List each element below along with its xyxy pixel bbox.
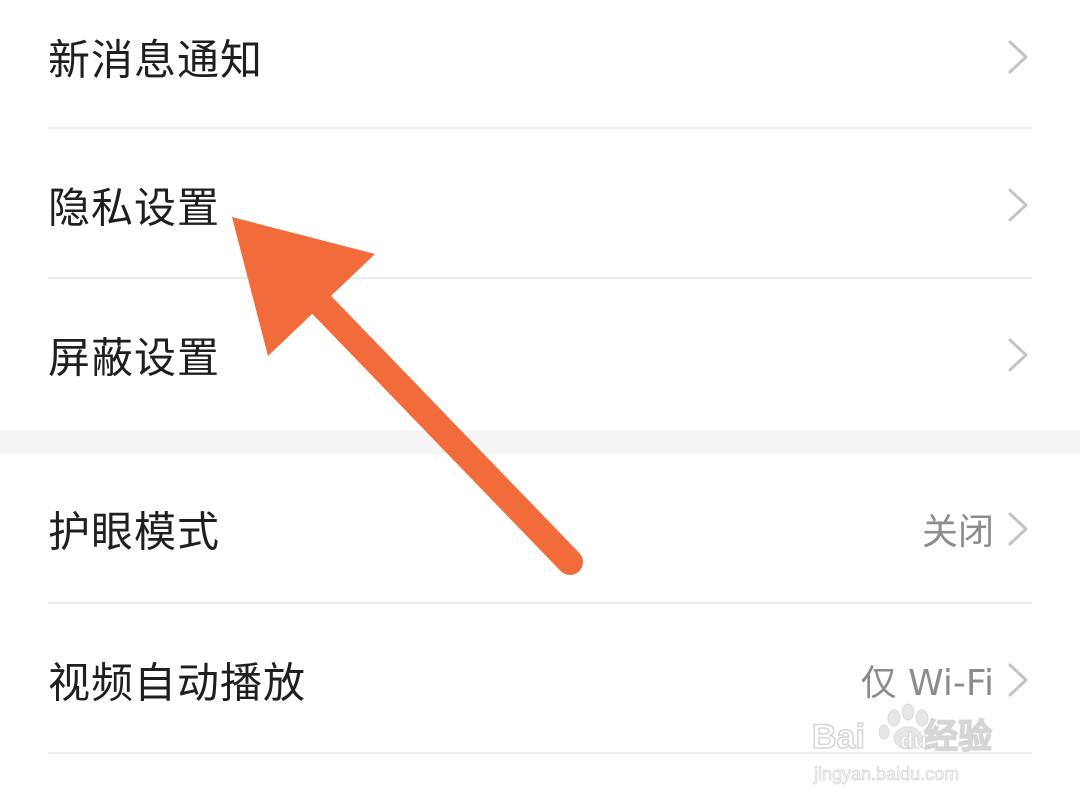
row-divider xyxy=(48,602,1032,604)
chevron-right-icon xyxy=(1008,188,1028,222)
row-label: 新消息通知 xyxy=(48,35,264,85)
section-separator xyxy=(0,430,1080,454)
chevron-right-icon xyxy=(1008,338,1028,372)
row-value: 关闭 xyxy=(921,512,994,553)
row-value: 仅 Wi-Fi xyxy=(860,663,994,704)
row-label: 视频自动播放 xyxy=(48,658,307,708)
row-divider xyxy=(48,277,1032,279)
row-label: 护眼模式 xyxy=(48,507,221,557)
row-label: 隐私设置 xyxy=(48,183,221,233)
settings-screen: 新消息通知 隐私设置 屏蔽设置 护眼模式 关闭 视频自动播放 仅 Wi-Fi B… xyxy=(0,0,1080,810)
settings-row-new-message-notification[interactable]: 新消息通知 xyxy=(0,0,1080,132)
settings-row-block[interactable]: 屏蔽设置 xyxy=(0,280,1080,430)
settings-row-privacy[interactable]: 隐私设置 xyxy=(0,130,1080,280)
row-label: 屏蔽设置 xyxy=(48,333,221,383)
settings-row-video-autoplay[interactable]: 视频自动播放 仅 Wi-Fi xyxy=(0,605,1080,755)
chevron-right-icon xyxy=(1008,512,1028,546)
chevron-right-icon xyxy=(1008,40,1028,74)
settings-row-eye-protection[interactable]: 护眼模式 关闭 xyxy=(0,454,1080,604)
row-divider xyxy=(48,752,1032,754)
svg-text:jingyan.baidu.com: jingyan.baidu.com xyxy=(813,764,959,784)
chevron-right-icon xyxy=(1008,663,1028,697)
row-divider xyxy=(48,127,1032,129)
